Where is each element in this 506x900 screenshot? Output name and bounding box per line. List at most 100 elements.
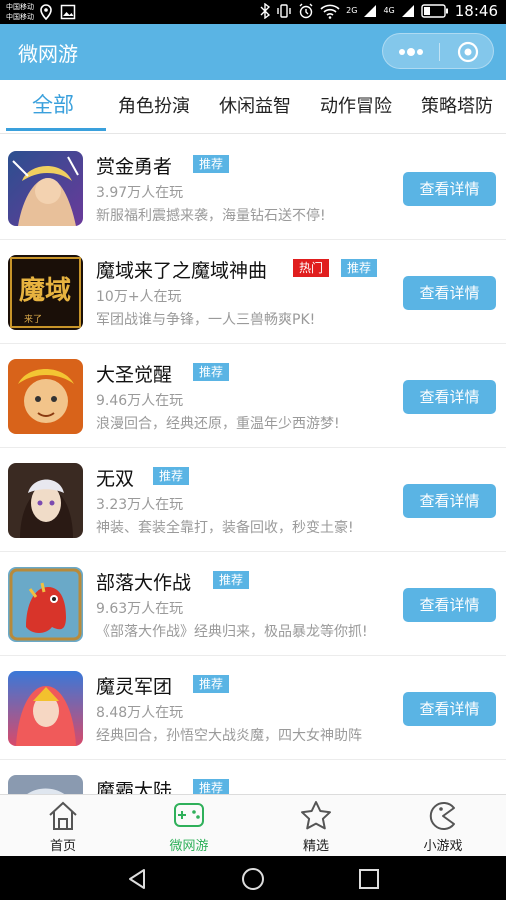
battery-icon xyxy=(421,4,448,18)
network-4g: 4G xyxy=(383,6,395,15)
list-item[interactable]: 赏金勇者 推荐 3.97万人在玩 新服福利震撼来袭，海量钻石送不停! 查看详情 xyxy=(0,136,506,240)
clock: 18:46 xyxy=(454,2,498,20)
player-count: 9.63万人在玩 xyxy=(96,601,184,617)
game-description: 神装、套装全靠打，装备回收，秒变土豪! xyxy=(96,520,354,536)
recommended-badge: 推荐 xyxy=(153,467,190,485)
close-miniapp-button[interactable] xyxy=(440,34,495,70)
badge-group: 推荐 xyxy=(153,467,190,485)
carrier-labels: 中国移动 中国移动 xyxy=(6,2,34,22)
list-item[interactable]: 魔域 来了 魔域来了之魔域神曲 热门 推荐 10万+人在玩 军团战谁与争锋，一人三… xyxy=(0,240,506,344)
category-tabs: 全部 角色扮演 休闲益智 动作冒险 策略塔防 xyxy=(0,80,506,134)
game-thumbnail xyxy=(8,463,83,538)
game-name[interactable]: 无双 xyxy=(96,464,134,491)
nav-micro-games[interactable]: 微网游 xyxy=(126,799,252,855)
tab-action[interactable]: 动作冒险 xyxy=(320,92,392,118)
wifi-icon xyxy=(320,4,340,19)
game-list[interactable]: 赏金勇者 推荐 3.97万人在玩 新服福利震撼来袭，海量钻石送不停! 查看详情 … xyxy=(0,136,506,794)
game-description: 新服福利震撼来袭，海量钻石送不停! xyxy=(96,208,326,224)
game-thumbnail xyxy=(8,567,83,642)
signal-icon-2 xyxy=(401,5,414,17)
logo-subtext: 来了 xyxy=(24,314,42,325)
nav-mini-games[interactable]: 小游戏 xyxy=(380,799,506,855)
player-count: 10万+人在玩 xyxy=(96,289,182,305)
bottom-nav: 首页 微网游 精选 小游戏 xyxy=(0,794,506,856)
badge-group: 推荐 xyxy=(213,571,250,589)
carrier-2: 中国移动 xyxy=(6,13,34,21)
game-name[interactable]: 魔霸大陆 xyxy=(96,776,172,794)
alarm-icon xyxy=(299,3,313,19)
home-icon xyxy=(49,801,77,830)
game-thumbnail xyxy=(8,359,83,434)
recommended-badge: 推荐 xyxy=(193,779,230,794)
view-details-button[interactable]: 查看详情 xyxy=(403,588,496,622)
game-thumbnail xyxy=(8,775,83,794)
view-details-button[interactable]: 查看详情 xyxy=(403,484,496,518)
player-count: 8.48万人在玩 xyxy=(96,705,184,721)
game-name[interactable]: 魔灵军团 xyxy=(96,672,172,699)
hot-badge: 热门 xyxy=(293,259,330,277)
game-name[interactable]: 魔域来了之魔域神曲 xyxy=(96,256,267,283)
status-left-icons xyxy=(40,4,76,20)
view-details-button[interactable]: 查看详情 xyxy=(403,692,496,726)
bluetooth-icon xyxy=(260,3,271,19)
miniapp-capsule xyxy=(382,33,494,69)
recommended-badge: 推荐 xyxy=(193,675,230,693)
nav-label: 小游戏 xyxy=(423,839,463,854)
list-item[interactable]: 魔灵军团 推荐 8.48万人在玩 经典回合，孙悟空大战炎魔，四大女神助阵 查看详… xyxy=(0,656,506,760)
badge-group: 推荐 xyxy=(193,675,230,693)
player-count: 3.97万人在玩 xyxy=(96,185,184,201)
tab-all[interactable]: 全部 xyxy=(32,89,74,119)
game-name[interactable]: 赏金勇者 xyxy=(96,152,172,179)
badge-group: 推荐 xyxy=(193,363,230,381)
game-name[interactable]: 部落大作战 xyxy=(96,568,191,595)
recommended-badge: 推荐 xyxy=(193,155,230,173)
tab-casual[interactable]: 休闲益智 xyxy=(219,92,291,118)
game-thumbnail xyxy=(8,151,83,226)
system-nav-bar xyxy=(0,856,506,900)
status-right: 2G 4G 18:46 xyxy=(260,2,498,20)
carrier-1: 中国移动 xyxy=(6,3,34,11)
list-item[interactable]: 魔霸大陆 推荐 xyxy=(0,760,506,794)
pacman-icon xyxy=(429,802,455,830)
nav-featured[interactable]: 精选 xyxy=(253,799,379,855)
view-details-button[interactable]: 查看详情 xyxy=(403,380,496,414)
game-description: 浪漫回合，经典还原，重温年少西游梦! xyxy=(96,416,340,432)
player-count: 9.46万人在玩 xyxy=(96,393,184,409)
player-count: 3.23万人在玩 xyxy=(96,497,184,513)
nav-label: 精选 xyxy=(302,839,329,854)
list-item[interactable]: 无双 推荐 3.23万人在玩 神装、套装全靠打，装备回收，秒变土豪! 查看详情 xyxy=(0,448,506,552)
network-2g: 2G xyxy=(346,6,358,15)
recommended-badge: 推荐 xyxy=(213,571,250,589)
badge-group: 推荐 xyxy=(193,779,230,794)
target-close-icon xyxy=(457,41,478,63)
logo-text: 魔域 xyxy=(19,276,71,306)
app-header: 微网游 xyxy=(0,24,506,80)
list-item[interactable]: 大圣觉醒 推荐 9.46万人在玩 浪漫回合，经典还原，重温年少西游梦! 查看详情 xyxy=(0,344,506,448)
game-description: 《部落大作战》经典归来，极品暴龙等你抓! xyxy=(96,624,368,640)
back-icon[interactable] xyxy=(125,867,149,891)
game-description: 经典回合，孙悟空大战炎魔，四大女神助阵 xyxy=(96,728,362,744)
badge-group: 推荐 xyxy=(193,155,230,173)
nav-home[interactable]: 首页 xyxy=(0,799,126,855)
game-thumbnail xyxy=(8,671,83,746)
recommended-badge: 推荐 xyxy=(193,363,230,381)
home-circle-icon[interactable] xyxy=(241,867,265,891)
star-icon xyxy=(301,801,331,830)
status-bar: 中国移动 中国移动 2G 4G 18:46 xyxy=(0,0,506,24)
signal-icon-1 xyxy=(364,5,377,17)
gamepad-icon xyxy=(174,803,204,827)
view-details-button[interactable]: 查看详情 xyxy=(403,276,496,310)
game-thumbnail: 魔域来了 xyxy=(8,255,83,330)
image-icon xyxy=(60,4,76,20)
more-button[interactable] xyxy=(383,34,439,70)
badge-group: 热门 推荐 xyxy=(293,259,378,277)
game-name[interactable]: 大圣觉醒 xyxy=(96,360,172,387)
location-icon xyxy=(40,4,52,20)
tab-strategy[interactable]: 策略塔防 xyxy=(421,92,493,118)
list-item[interactable]: 部落大作战 推荐 9.63万人在玩 《部落大作战》经典归来，极品暴龙等你抓! 查… xyxy=(0,552,506,656)
nav-label: 首页 xyxy=(49,839,76,854)
nav-label: 微网游 xyxy=(169,839,209,854)
view-details-button[interactable]: 查看详情 xyxy=(403,172,496,206)
tab-rpg[interactable]: 角色扮演 xyxy=(118,92,190,118)
recents-icon[interactable] xyxy=(357,867,381,891)
